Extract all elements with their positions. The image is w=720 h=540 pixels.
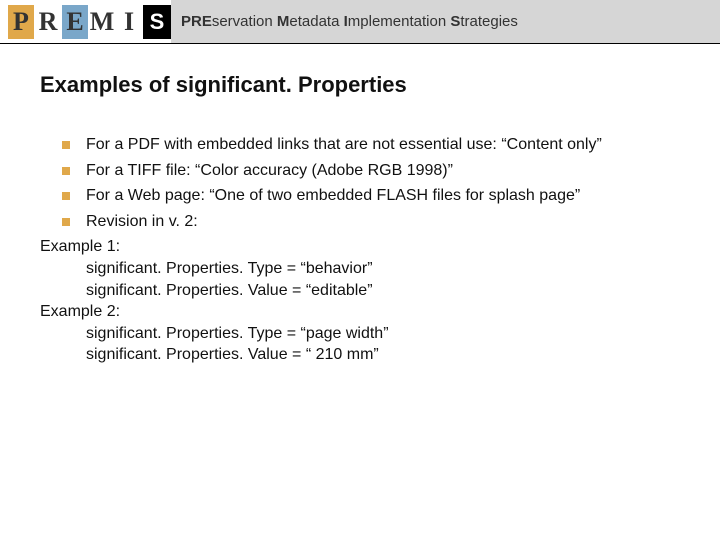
example-2-line-2: significant. Properties. Value = “ 210 m… bbox=[86, 344, 680, 366]
bullet-text: For a Web page: “One of two embedded FLA… bbox=[86, 185, 680, 207]
logo-letter-m: M bbox=[89, 5, 115, 39]
logo-letter-p: P bbox=[8, 5, 34, 39]
tagline: PREservation Metadata Implementation Str… bbox=[181, 13, 518, 30]
logo-letter-s: S bbox=[143, 5, 171, 39]
tagline-text-3: mplementation bbox=[348, 13, 451, 30]
tagline-area: PREservation Metadata Implementation Str… bbox=[171, 0, 720, 43]
bullet-marker-icon bbox=[62, 218, 70, 226]
bullet-marker-icon bbox=[62, 141, 70, 149]
tagline-bold-s: S bbox=[450, 13, 460, 30]
bullet-item: For a PDF with embedded links that are n… bbox=[40, 134, 680, 156]
logo-letter-e: E bbox=[62, 5, 88, 39]
tagline-text-1: servation bbox=[212, 13, 277, 30]
premis-logo: P R E M I S bbox=[0, 0, 171, 43]
tagline-text-4: trategies bbox=[460, 13, 518, 30]
bullet-item: Revision in v. 2: bbox=[40, 211, 680, 233]
tagline-bold-pre: PRE bbox=[181, 13, 212, 30]
example-1-line-2: significant. Properties. Value = “editab… bbox=[86, 280, 680, 302]
bullet-marker-icon bbox=[62, 167, 70, 175]
logo-letter-i: I bbox=[116, 5, 142, 39]
slide-content: For a PDF with embedded links that are n… bbox=[40, 134, 680, 366]
header-bar: P R E M I S PREservation Metadata Implem… bbox=[0, 0, 720, 44]
example-2-label: Example 2: bbox=[40, 301, 680, 323]
bullet-text: Revision in v. 2: bbox=[86, 211, 680, 233]
bullet-marker-icon bbox=[62, 192, 70, 200]
bullet-item: For a Web page: “One of two embedded FLA… bbox=[40, 185, 680, 207]
example-2-line-1: significant. Properties. Type = “page wi… bbox=[86, 323, 680, 345]
tagline-text-2: etadata bbox=[289, 13, 343, 30]
tagline-bold-m: M bbox=[277, 13, 290, 30]
logo-letters: P R E M I S bbox=[8, 5, 171, 39]
bullet-item: For a TIFF file: “Color accuracy (Adobe … bbox=[40, 160, 680, 182]
logo-letter-r: R bbox=[35, 5, 61, 39]
bullet-text: For a TIFF file: “Color accuracy (Adobe … bbox=[86, 160, 680, 182]
example-1-line-1: significant. Properties. Type = “behavio… bbox=[86, 258, 680, 280]
bullet-text: For a PDF with embedded links that are n… bbox=[86, 134, 680, 156]
example-1-label: Example 1: bbox=[40, 236, 680, 258]
slide-title: Examples of significant. Properties bbox=[40, 72, 720, 98]
